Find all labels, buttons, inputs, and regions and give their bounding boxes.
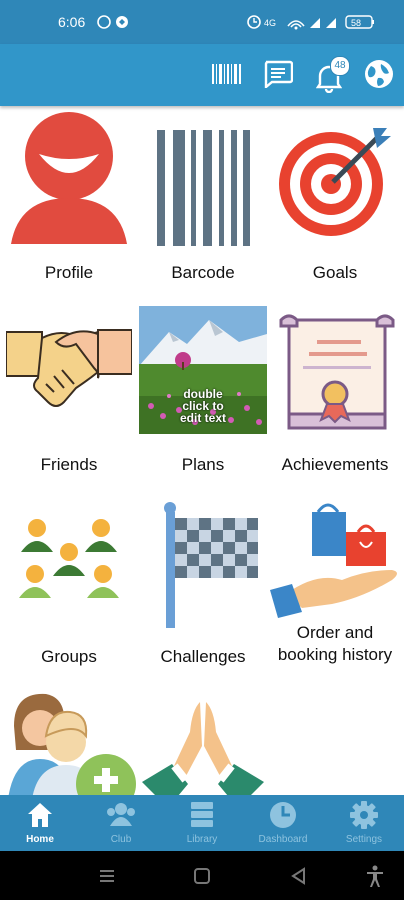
tile-partial-people[interactable] [2,686,136,795]
barcode-scan-button[interactable] [208,54,246,94]
target-icon [279,128,391,236]
checkered-flag-icon [164,502,258,628]
system-navigation-bar [0,851,404,900]
barcode-icon [157,130,250,246]
profile-icon [11,112,127,244]
tile-label: Barcode [171,263,235,282]
home-icon [28,803,52,827]
praying-hands-icon [142,702,264,795]
nav-label: Home [26,834,54,845]
back-icon[interactable] [286,863,312,889]
recent-apps-icon[interactable] [94,863,120,889]
tile-achievements[interactable]: Achievements [268,302,402,492]
nav-library[interactable]: Library [162,795,242,851]
tile-label: Groups [41,647,97,666]
tile-label: Profile [44,263,94,282]
tile-order-history[interactable]: Order and booking history [268,494,402,684]
notification-count-badge: 48 [330,56,350,76]
handshake-icon [6,329,132,407]
status-time: 6:06 [58,14,86,30]
nav-label: Library [186,834,218,845]
shopping-hand-icon [270,503,397,618]
tile-label: Friends [40,455,98,474]
nav-home[interactable]: Home [0,795,80,851]
tile-label: Goals [312,263,358,282]
library-icon [191,802,213,827]
home-circle-icon[interactable] [189,863,215,889]
settings-icon [350,801,378,829]
status-bar: 6:06 4G 58 [0,0,404,44]
nav-settings[interactable]: Settings [324,795,404,851]
tile-label: Achievements [281,455,389,474]
group-people-icon [19,519,119,598]
tile-label: Challenges [160,647,246,666]
svg-text:4G: 4G [264,18,276,28]
people-add-icon [8,693,136,795]
status-app-icons [97,15,128,29]
tile-plans[interactable]: double click to edit text Plans [136,302,270,492]
battery-level: 58 [351,18,361,28]
tile-profile[interactable]: Profile [2,110,136,300]
bottom-navigation: Home Club Library Dashboard Settings [0,795,404,851]
club-icon [107,803,135,826]
dashboard-icon [270,802,296,828]
language-button[interactable] [360,54,398,94]
tile-groups[interactable]: Groups [2,494,136,684]
tile-partial-prayer[interactable] [136,686,270,795]
messages-button[interactable] [259,54,297,94]
accessibility-icon[interactable] [362,863,388,889]
notifications-button[interactable]: 48 [310,54,350,94]
app-bar: 48 [0,44,404,106]
tile-challenges[interactable]: Challenges [136,494,270,684]
certificate-icon [279,314,395,430]
tile-goals[interactable]: Goals [268,110,402,300]
plans-image: double click to edit text [139,306,267,434]
message-icon [264,60,293,88]
nav-dashboard[interactable]: Dashboard [243,795,323,851]
plans-overlay-text: double click to edit text [179,387,226,425]
nav-label: Dashboard [258,834,308,845]
tile-label: Order and booking history [277,623,393,664]
tile-label: Plans [181,455,225,474]
nav-label: Settings [345,834,383,845]
nav-club[interactable]: Club [81,795,161,851]
tile-friends[interactable]: Friends [2,302,136,492]
nav-label: Club [110,834,132,845]
globe-icon [365,60,393,88]
tile-barcode[interactable]: Barcode [136,110,270,300]
status-system-icons: 4G 58 [247,15,374,30]
barcode-icon [212,64,241,84]
